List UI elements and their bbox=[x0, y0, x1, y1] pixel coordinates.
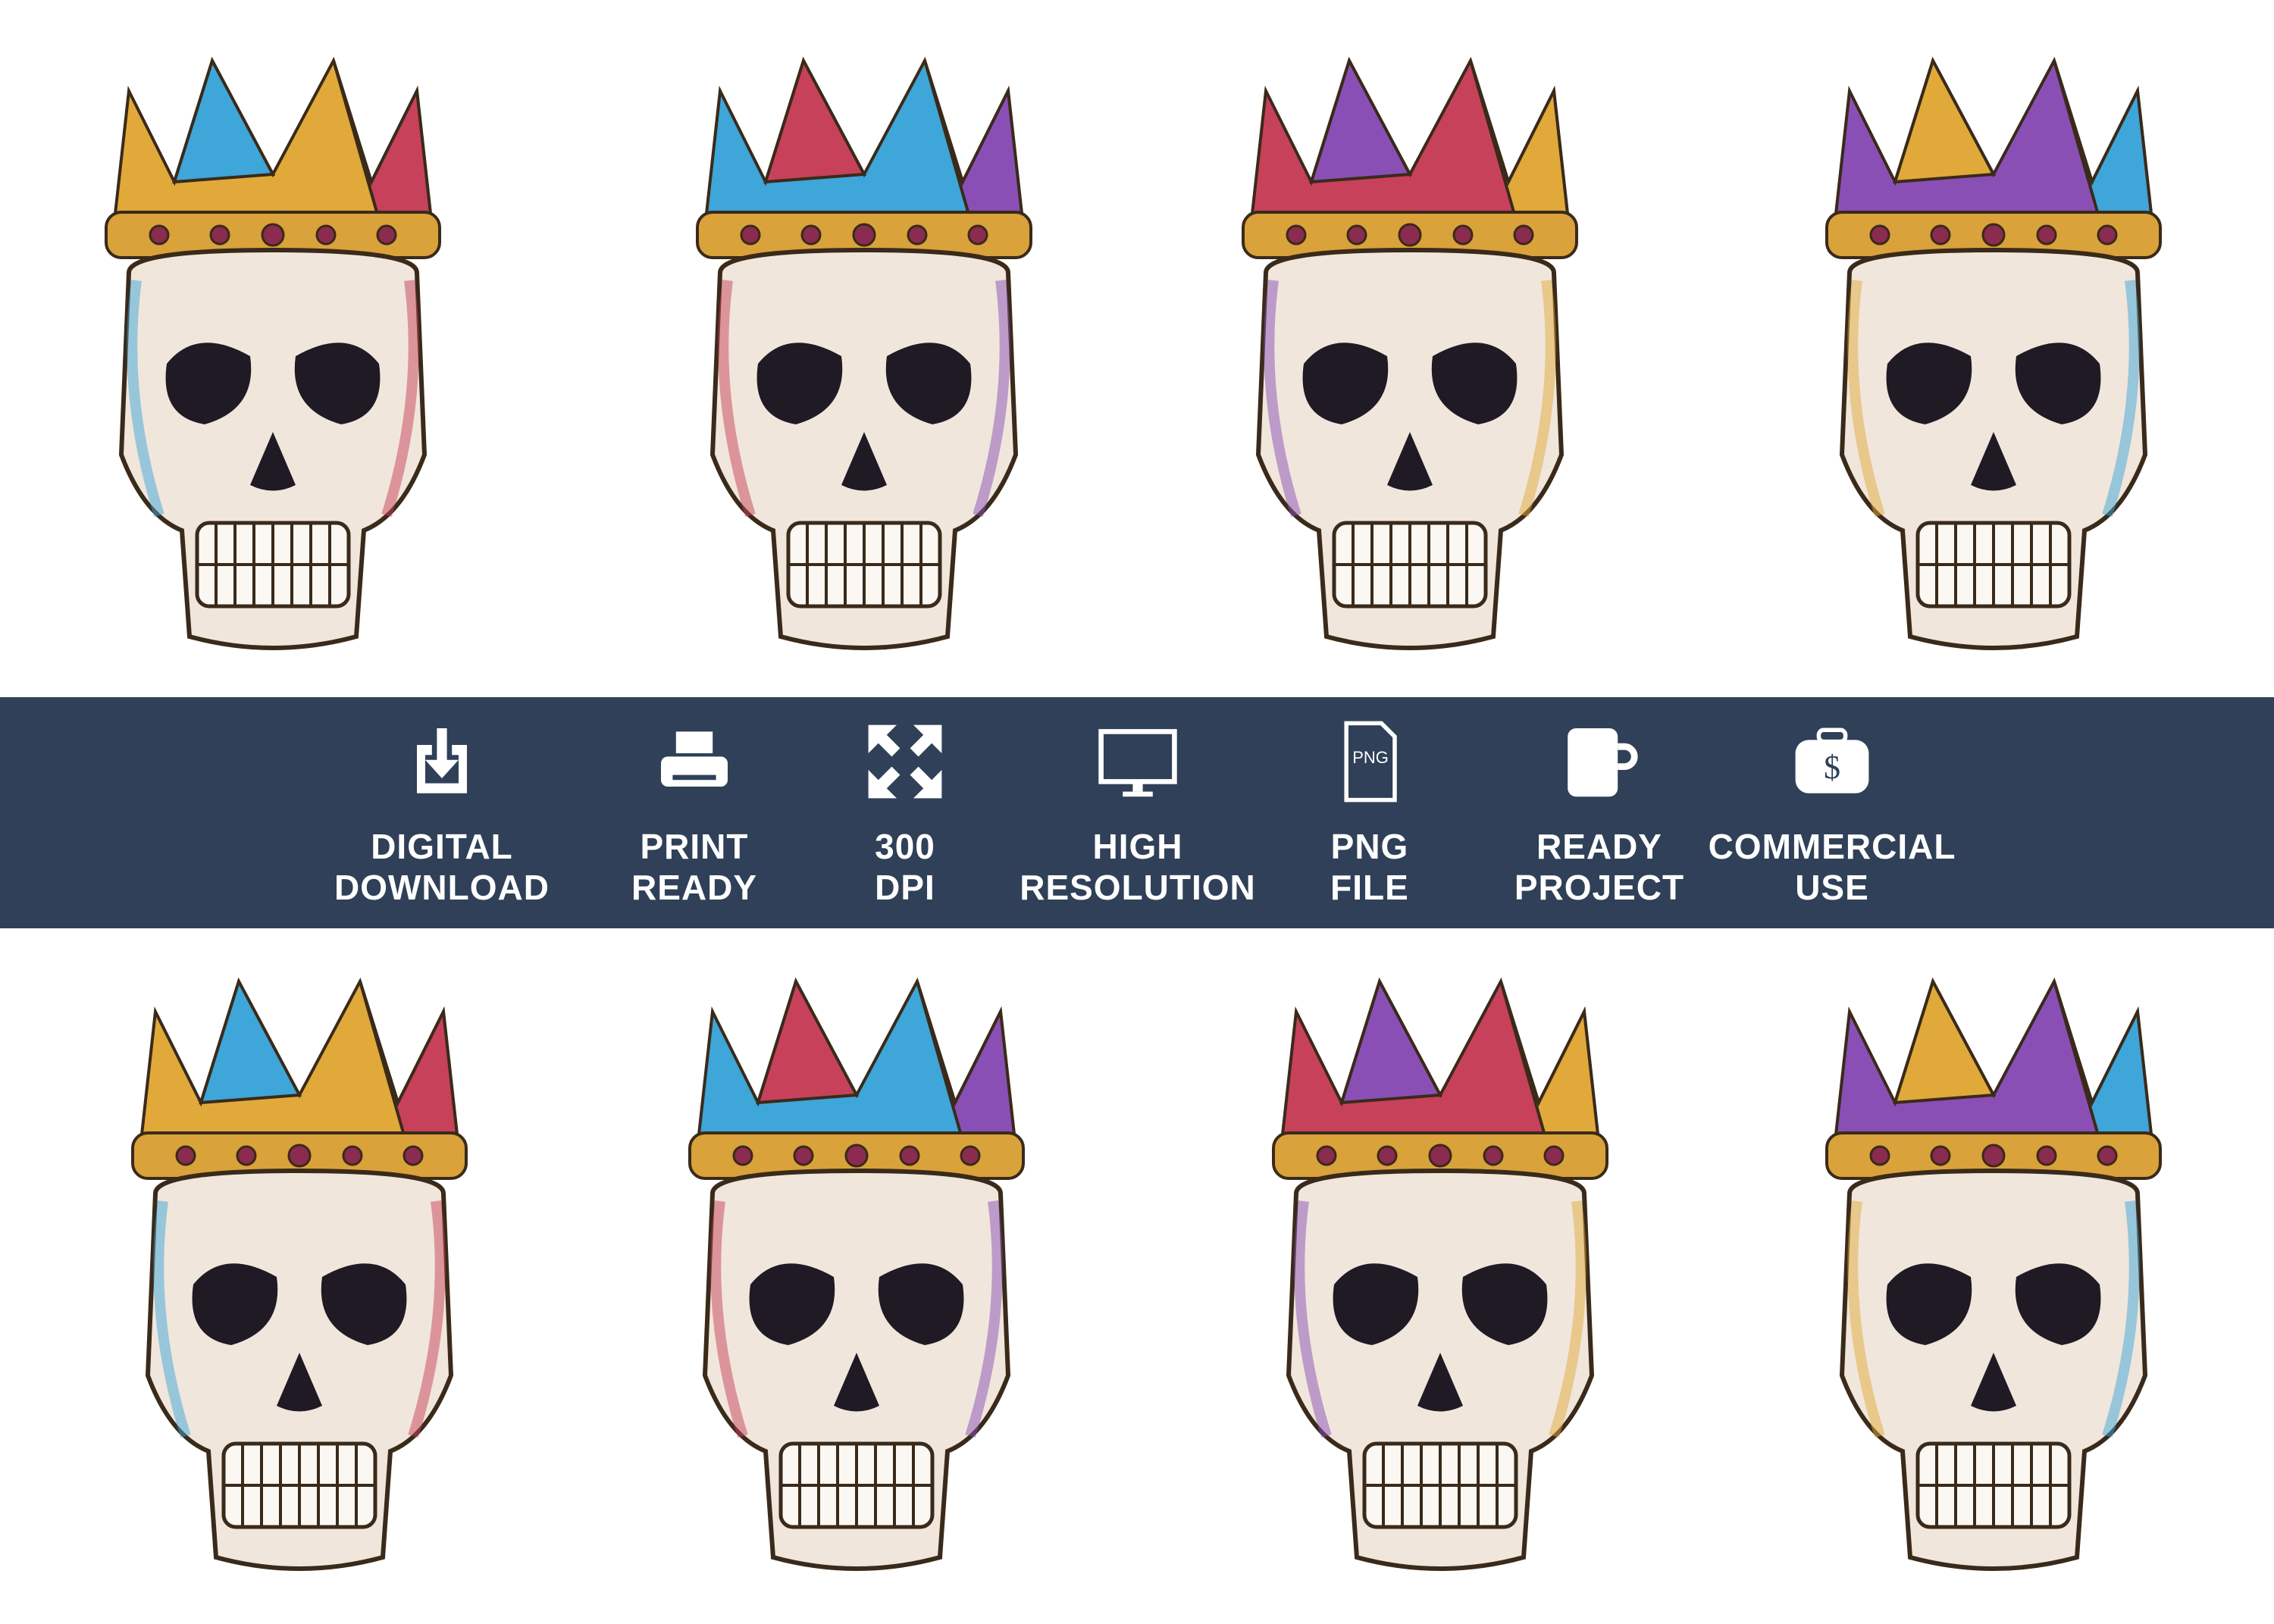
crowned-skull-illustration bbox=[637, 30, 1092, 674]
feature-label-line2: USE bbox=[1795, 868, 1869, 907]
mug-icon bbox=[1568, 728, 1638, 797]
feature-label-line1: PNG bbox=[1330, 827, 1409, 866]
feature-label-line1: PRINT bbox=[640, 827, 749, 866]
feature-label-line2: PROJECT bbox=[1514, 868, 1685, 907]
crowned-skull-illustration bbox=[1766, 30, 2221, 674]
feature-label-line1: READY bbox=[1536, 827, 1662, 866]
monitor-icon bbox=[1098, 729, 1177, 797]
feature-label-line2: DOWNLOAD bbox=[334, 868, 550, 907]
download-icon bbox=[417, 728, 467, 793]
feature-label-line2: RESOLUTION bbox=[1020, 868, 1256, 907]
dollar-icon-text: $ bbox=[1824, 749, 1840, 786]
crowned-skull-illustration bbox=[72, 951, 527, 1595]
money-bag-icon: $ bbox=[1795, 728, 1869, 793]
feature-label-line1: HIGH bbox=[1092, 827, 1183, 866]
expand-arrows-icon bbox=[868, 724, 942, 799]
crowned-skull-illustration bbox=[1213, 951, 1668, 1595]
feature-commercial-use: $ COMMERCIAL USE bbox=[1703, 697, 1961, 928]
feature-high-resolution: HIGH RESOLUTION bbox=[1009, 697, 1267, 928]
feature-label-line2: DPI bbox=[875, 868, 935, 907]
skull-row-top bbox=[0, 30, 2274, 674]
feature-label-line1: DIGITAL bbox=[371, 827, 513, 866]
crowned-skull-illustration bbox=[1766, 951, 2221, 1595]
feature-label-line1: 300 bbox=[875, 827, 935, 866]
feature-digital-download: DIGITAL DOWNLOAD bbox=[313, 697, 571, 928]
crowned-skull-illustration bbox=[629, 951, 1084, 1595]
feature-label-line2: FILE bbox=[1330, 868, 1409, 907]
feature-label-line2: READY bbox=[631, 868, 758, 907]
skull-row-bottom bbox=[0, 951, 2274, 1595]
feature-png-file: PNG PNG FILE bbox=[1241, 697, 1499, 928]
feature-label-line1: COMMERCIAL bbox=[1708, 827, 1956, 866]
png-file-icon: PNG bbox=[1344, 721, 1397, 803]
png-icon-text: PNG bbox=[1352, 748, 1389, 767]
feature-ready-project: READY PROJECT bbox=[1471, 697, 1728, 928]
crowned-skull-illustration bbox=[1182, 30, 1637, 674]
printer-icon bbox=[661, 731, 728, 787]
features-banner: DIGITAL DOWNLOAD PRINT READY 300 DPI HIG… bbox=[0, 697, 2274, 928]
crowned-skull-illustration bbox=[45, 30, 500, 674]
feature-300-dpi: 300 DPI bbox=[776, 697, 1034, 928]
